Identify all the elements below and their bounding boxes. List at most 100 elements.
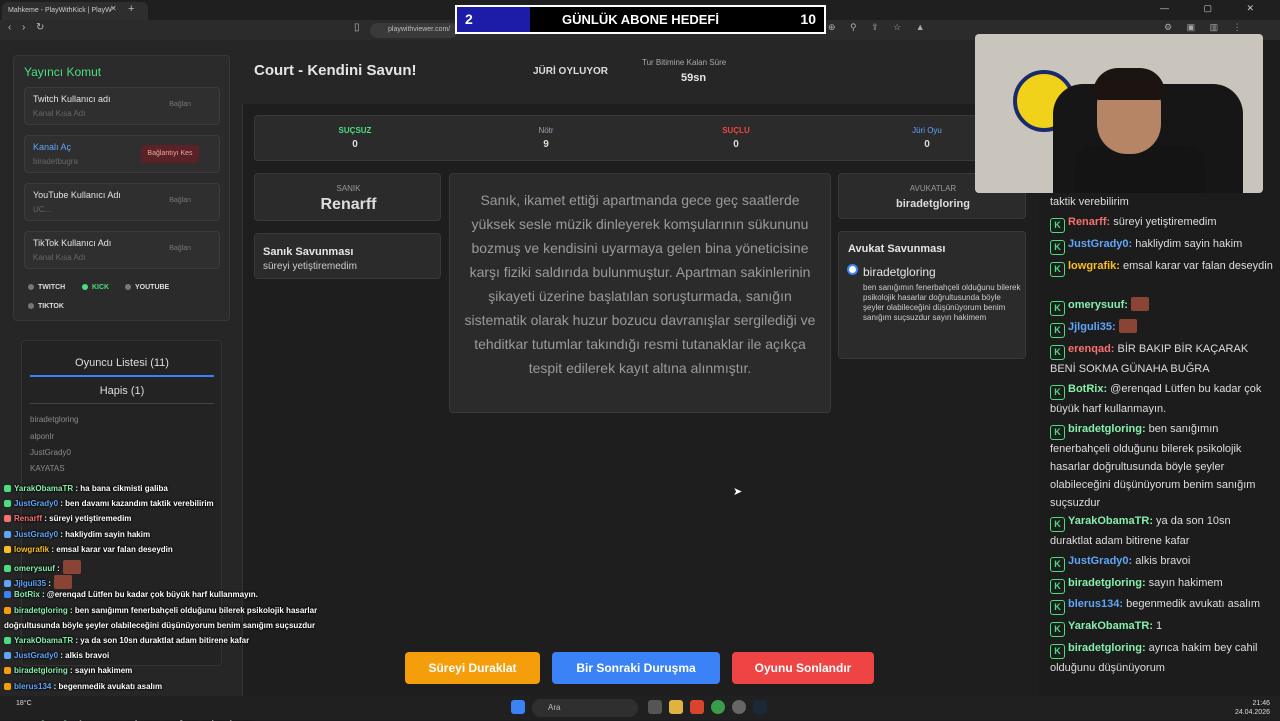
tab-player-list[interactable]: Oyuncu Listesi (11) [30, 357, 214, 377]
emote-icon [1118, 319, 1137, 333]
tab-close-icon[interactable]: ✕ [110, 4, 117, 13]
pause-timer-button[interactable]: Süreyi Duraklat [405, 652, 540, 684]
browser-toolbar-icons[interactable]: ⚙ ▣ ▥ ⋮ [1164, 22, 1248, 33]
platform-tiktok[interactable]: TIKTOK [28, 303, 64, 310]
overlay-chat-line: blerus134 : begenmedik avukatı asalım [4, 682, 162, 691]
goal-title: GÜNLÜK ABONE HEDEFİ [562, 12, 719, 27]
taskbar-search[interactable]: Ara [532, 699, 638, 717]
account-input[interactable]: biradetbugra [33, 157, 78, 166]
end-game-button[interactable]: Oyunu Sonlandır [732, 652, 874, 684]
goal-current: 2 [465, 11, 473, 27]
overlay-username: YarakObamaTR [14, 636, 74, 645]
chat-username[interactable]: JustGrady0: [1068, 555, 1132, 567]
chat-message: K YarakObamaTR: 1 [1050, 617, 1275, 637]
bookmark-icon[interactable]: ▯ [354, 22, 360, 33]
window-controls[interactable]: — ▢ ✕ [1160, 3, 1270, 14]
overlay-chat-line: Renarff : süreyi yetiştiremedim [4, 514, 131, 523]
overlay-chat-line: biradetgloring : sayın hakimem [4, 666, 132, 675]
start-icon[interactable] [511, 700, 525, 714]
kick-badge-icon: K [1050, 262, 1065, 277]
new-tab-icon[interactable]: + [128, 3, 134, 15]
task-view-icon[interactable] [648, 700, 662, 714]
chat-username[interactable]: YarakObamaTR: [1068, 620, 1153, 632]
chrome-icon[interactable] [711, 700, 725, 714]
kick-account[interactable]: Kanalı Aç biradetbugra Bağlantıyı Kes [24, 135, 220, 173]
tab-jail[interactable]: Hapis (1) [30, 385, 214, 404]
lawyer-defense-label: Avukat Savunması [848, 243, 946, 255]
chat-message: taktik verebilirim [1050, 193, 1275, 211]
platform-youtube[interactable]: YOUTUBE [125, 284, 169, 291]
overlay-chat-line: omerysuuf : [4, 560, 81, 574]
overlay-text: : süreyi yetiştiremedim [44, 514, 132, 524]
overlay-username: blerus134 [14, 681, 52, 691]
connect-button[interactable]: Bağlan [169, 101, 191, 108]
chat-username[interactable]: JustGrady0: [1068, 238, 1132, 250]
forward-icon[interactable]: › [22, 22, 25, 33]
platform-label: KICK [92, 284, 110, 291]
account-input[interactable]: UC... [33, 205, 51, 214]
overlay-username: JustGrady0 [14, 529, 59, 539]
chat-username[interactable]: biradetgloring: [1068, 423, 1146, 435]
streamer-hair [1093, 68, 1165, 100]
platform-badge-icon [4, 515, 11, 523]
weather-widget[interactable]: 18°C [16, 700, 32, 707]
next-hearing-button[interactable]: Bir Sonraki Duruşma [552, 652, 720, 684]
vote-count: 0 [352, 139, 358, 150]
lawyer-defense-name: biradetgloring [863, 265, 936, 279]
platform-badge-icon [4, 637, 11, 644]
chat-username[interactable]: omerysuuf: [1068, 299, 1128, 311]
browser-tab[interactable]: Mahkeme - PlayWithKick | PlayW [2, 2, 148, 20]
list-item: KAYATAS [30, 464, 65, 473]
status-dot-icon [28, 303, 34, 309]
vote-label: SUÇSUZ [338, 126, 372, 135]
kick-badge-icon: K [1050, 600, 1065, 615]
platform-badge-icon [4, 591, 11, 599]
chat-username[interactable]: YarakObamaTR: [1068, 515, 1153, 527]
connect-button[interactable]: Bağlan [169, 245, 191, 252]
overlay-chat-line: BotRix : @erenqad Lütfen bu kadar çok bü… [4, 590, 258, 599]
address-bar[interactable]: playwithviewer.com/ [370, 23, 458, 38]
lawyer-name: biradetgloring [896, 198, 970, 210]
tiktok-account[interactable]: TikTok Kullanıcı Adı Kanal Kısa Adı Bağl… [24, 231, 220, 269]
connect-button[interactable]: Bağlan [169, 197, 191, 204]
chat-message: K BotRix: @erenqad Lütfen bu kadar çok bü… [1050, 380, 1275, 418]
chat-username[interactable]: Jjlguli35: [1068, 321, 1116, 333]
chat-username[interactable]: Renarff: [1068, 216, 1110, 228]
account-title: Twitch Kullanıcı adı [33, 94, 111, 104]
chat-username[interactable]: erenqad: [1068, 343, 1114, 355]
chat-message: Komerysuuf: [1050, 296, 1275, 316]
overlay-text: : @erenqad Lütfen bu kadar çok büyük har… [42, 590, 258, 600]
file-explorer-icon[interactable] [669, 700, 683, 714]
brave-icon[interactable] [690, 700, 704, 714]
chat-username[interactable]: blerus134: [1068, 598, 1123, 610]
youtube-account[interactable]: YouTube Kullanıcı Adı UC... Bağlan [24, 183, 220, 221]
vote-innocent: SUÇSUZ 0 [258, 126, 452, 150]
platform-label: TWITCH [38, 284, 66, 291]
platform-twitch[interactable]: TWITCH [28, 284, 65, 291]
chat-text: hakliydim sayin hakim [1135, 238, 1243, 250]
vote-count: 0 [733, 139, 739, 150]
overlay-text: : emsal karar var falan deseydin [51, 544, 173, 554]
platform-kick[interactable]: KICK [82, 284, 109, 291]
chat-message: Kerenqad: BİR BAKIP BİR KAÇARAK BENİ SOK… [1050, 340, 1275, 378]
platform-badge-icon [4, 530, 11, 538]
chat-username[interactable]: biradetgloring: [1068, 577, 1146, 589]
streamer-command-panel: Yayıncı Komut Twitch Kullanıcı adı Kanal… [13, 55, 230, 321]
overlay-text: doğrultusunda böyle şeyler olabileceğini… [4, 620, 316, 630]
chat-username[interactable]: biradetgloring: [1068, 642, 1146, 654]
account-input[interactable]: Kanal Kısa Adı [33, 253, 85, 262]
kick-badge-icon: K [1050, 323, 1065, 338]
chat-username[interactable]: lowgrafik: [1068, 260, 1120, 272]
steam-icon[interactable] [753, 700, 767, 714]
obs-icon[interactable] [732, 700, 746, 714]
extension-icons[interactable]: ⊕ ⚲ ⇪ ☆ ▲ [828, 22, 931, 33]
disconnect-button[interactable]: Bağlantıyı Kes [141, 145, 199, 163]
back-icon[interactable]: ‹ [8, 22, 11, 33]
overlay-username: biradetgloring [14, 605, 68, 615]
chat-username[interactable]: BotRix: [1068, 383, 1107, 395]
radio-icon[interactable] [849, 266, 856, 273]
taskbar-clock[interactable]: 21:46 24.04.2026 [1235, 699, 1270, 717]
twitch-account[interactable]: Twitch Kullanıcı adı Kanal Kısa Adı Bağl… [24, 87, 220, 125]
reload-icon[interactable]: ↻ [36, 22, 44, 33]
account-input[interactable]: Kanal Kısa Adı [33, 109, 85, 118]
